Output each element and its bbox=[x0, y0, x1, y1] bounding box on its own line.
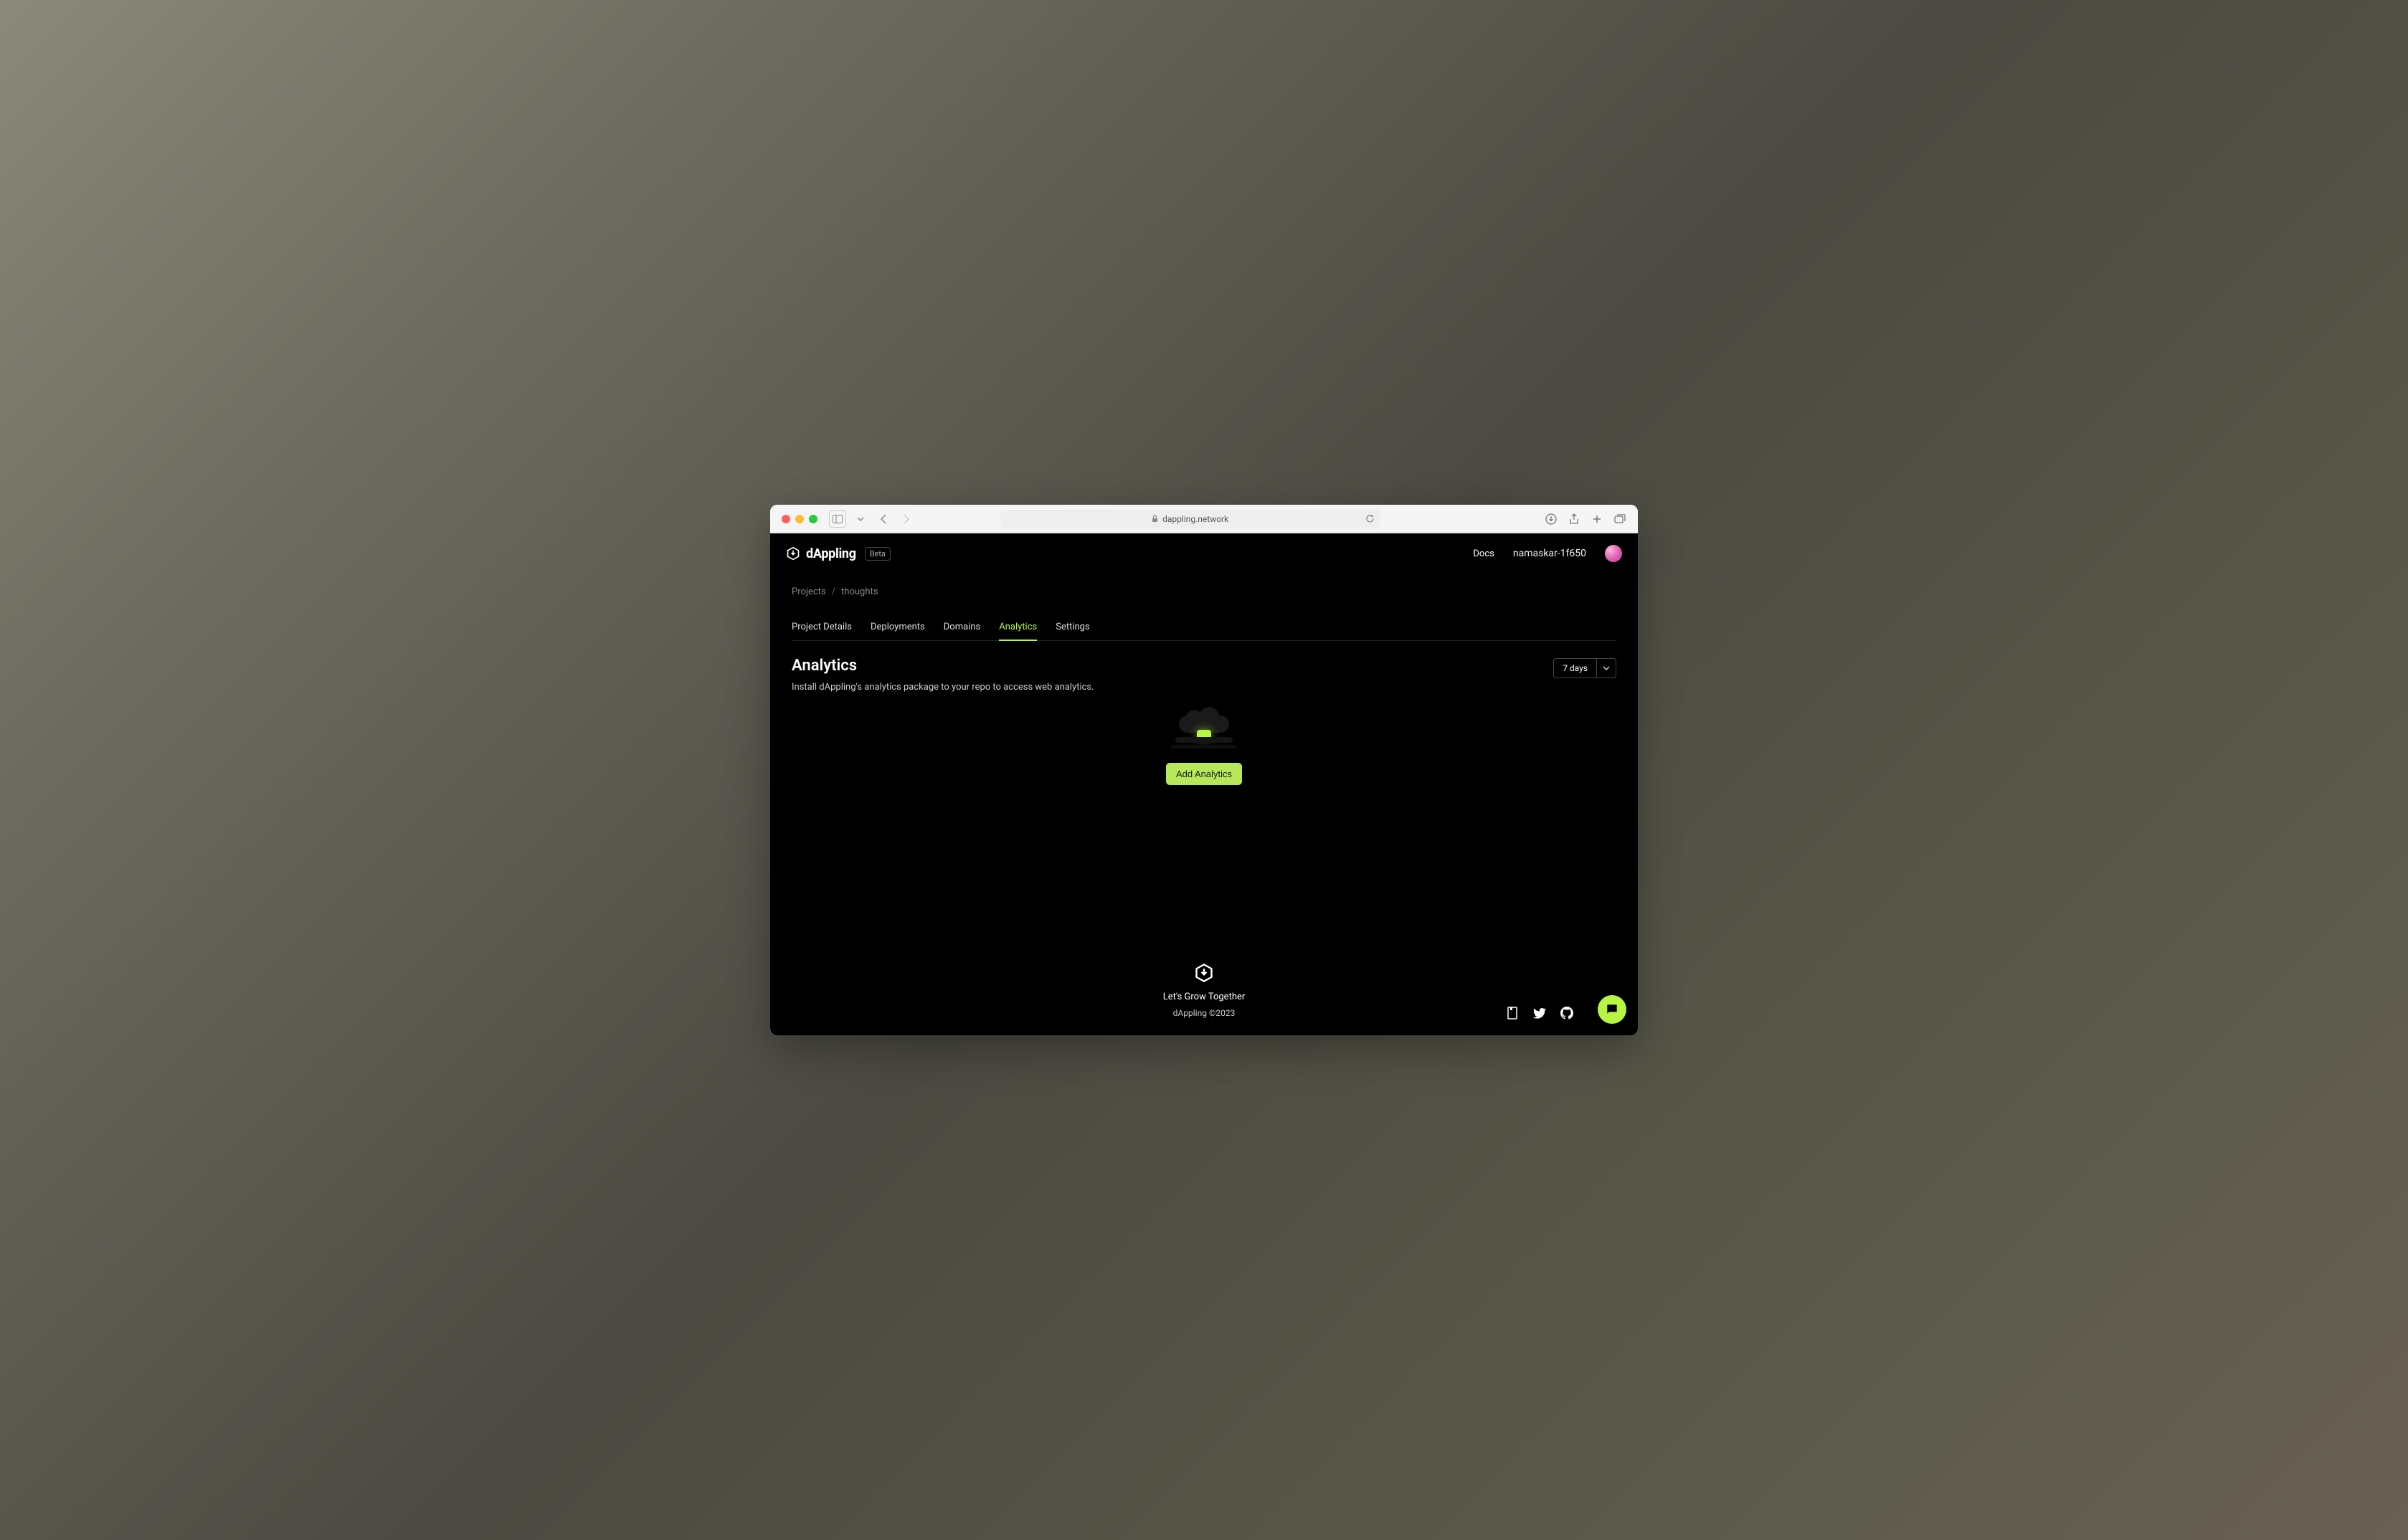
page-description: Install dAppling's analytics package to … bbox=[792, 682, 1094, 693]
forward-button[interactable] bbox=[898, 510, 915, 528]
close-window-button[interactable] bbox=[782, 515, 790, 523]
lock-icon bbox=[1152, 515, 1158, 523]
reload-icon[interactable] bbox=[1365, 514, 1375, 523]
brand[interactable]: dAppling Beta bbox=[786, 546, 891, 561]
content: Projects / thoughts Project Details Depl… bbox=[770, 574, 1638, 941]
tab-deployments[interactable]: Deployments bbox=[871, 614, 925, 641]
chevron-down-icon bbox=[1597, 659, 1616, 678]
breadcrumb-separator: / bbox=[832, 586, 835, 597]
add-analytics-button[interactable]: Add Analytics bbox=[1166, 763, 1242, 785]
url-bar[interactable]: dappling.network bbox=[1000, 510, 1380, 528]
new-tab-icon[interactable] bbox=[1591, 513, 1603, 526]
avatar[interactable] bbox=[1605, 545, 1622, 562]
docs-link[interactable]: Docs bbox=[1473, 548, 1494, 559]
date-range-dropdown[interactable]: 7 days bbox=[1553, 658, 1616, 678]
dappling-logo-icon bbox=[786, 546, 800, 561]
tabs: Project Details Deployments Domains Anal… bbox=[792, 614, 1616, 641]
maximize-window-button[interactable] bbox=[809, 515, 817, 523]
breadcrumb-projects[interactable]: Projects bbox=[792, 586, 826, 597]
footer: Let's Grow Together dAppling ©2023 bbox=[770, 941, 1638, 1035]
footer-logo-icon bbox=[1194, 963, 1214, 983]
tab-domains[interactable]: Domains bbox=[944, 614, 980, 641]
minimize-window-button[interactable] bbox=[795, 515, 804, 523]
browser-toolbar: dappling.network bbox=[770, 505, 1638, 533]
empty-state: Add Analytics bbox=[792, 714, 1616, 785]
share-icon[interactable] bbox=[1568, 513, 1580, 526]
date-range-label: 7 days bbox=[1554, 659, 1597, 678]
github-icon[interactable] bbox=[1560, 1007, 1573, 1019]
twitter-icon[interactable] bbox=[1533, 1007, 1546, 1019]
traffic-lights bbox=[782, 515, 817, 523]
breadcrumb-thoughts[interactable]: thoughts bbox=[841, 586, 878, 597]
tabs-overview-icon[interactable] bbox=[1613, 513, 1626, 526]
page-title-block: Analytics Install dAppling's analytics p… bbox=[792, 657, 1094, 693]
back-button[interactable] bbox=[875, 510, 892, 528]
footer-center: Let's Grow Together dAppling ©2023 bbox=[792, 963, 1616, 1018]
tab-analytics[interactable]: Analytics bbox=[999, 614, 1037, 641]
downloads-icon[interactable] bbox=[1545, 513, 1558, 526]
header-right: Docs namaskar-1f650 bbox=[1473, 545, 1622, 562]
seedling-illustration bbox=[1168, 714, 1240, 750]
page-header: Analytics Install dAppling's analytics p… bbox=[792, 657, 1616, 693]
app-root: dAppling Beta Docs namaskar-1f650 Projec… bbox=[770, 533, 1638, 1035]
url-text: dappling.network bbox=[1162, 514, 1228, 524]
beta-badge: Beta bbox=[865, 547, 891, 561]
tab-project-details[interactable]: Project Details bbox=[792, 614, 852, 641]
sidebar-toggle-icon[interactable] bbox=[829, 510, 846, 528]
footer-copyright: dAppling ©2023 bbox=[1173, 1008, 1236, 1018]
chat-widget-button[interactable] bbox=[1598, 995, 1626, 1024]
browser-window: dappling.network bbox=[770, 505, 1638, 1035]
docs-icon[interactable] bbox=[1506, 1007, 1519, 1019]
username[interactable]: namaskar-1f650 bbox=[1513, 548, 1586, 559]
brand-name: dAppling bbox=[806, 546, 856, 561]
page-title: Analytics bbox=[792, 657, 1094, 675]
breadcrumb: Projects / thoughts bbox=[792, 574, 1616, 604]
app-header: dAppling Beta Docs namaskar-1f650 bbox=[770, 533, 1638, 574]
dropdown-chevron-icon[interactable] bbox=[852, 510, 869, 528]
footer-social bbox=[1506, 1007, 1573, 1019]
browser-right-controls bbox=[1545, 513, 1626, 526]
footer-tagline: Let's Grow Together bbox=[1163, 992, 1246, 1002]
tab-settings[interactable]: Settings bbox=[1056, 614, 1089, 641]
